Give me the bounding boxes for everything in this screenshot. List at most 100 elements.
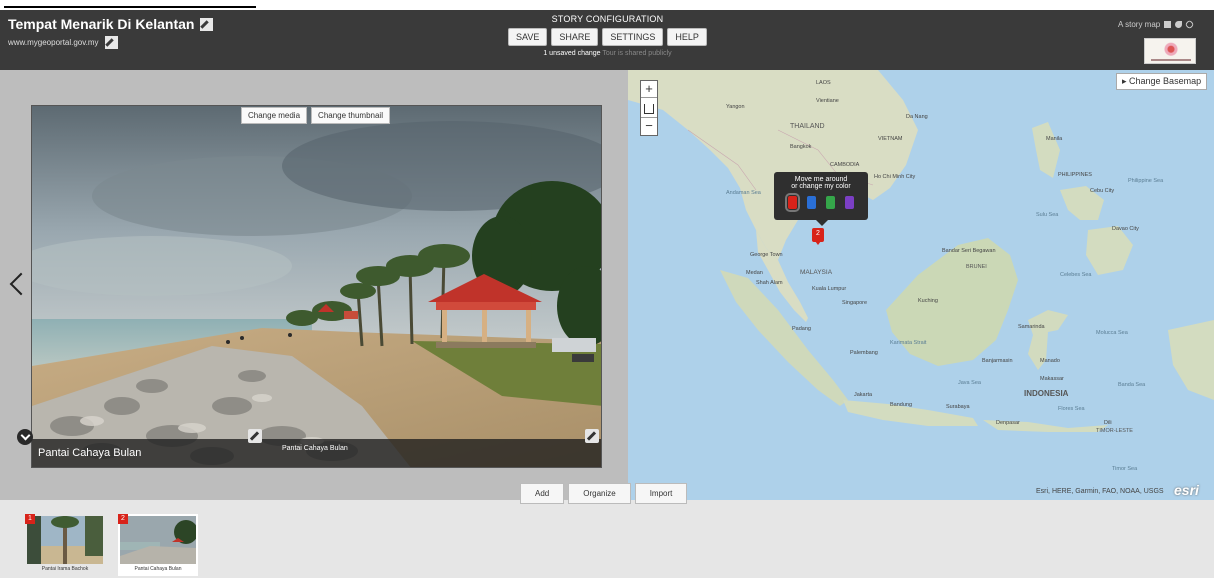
caption-title: Pantai Cahaya Bulan bbox=[38, 447, 142, 459]
map-label-karimata: Karimata Strait bbox=[890, 340, 927, 346]
map-label-kuching: Kuching bbox=[918, 298, 938, 304]
map-label-davao: Davao City bbox=[1112, 226, 1139, 232]
add-button[interactable]: Add bbox=[520, 483, 565, 504]
pin-tooltip: Move me around or change my color bbox=[774, 172, 868, 226]
map-label-ho-chi-minh: Ho Chi Minh City bbox=[874, 174, 916, 180]
story-map-builder: Tempat Menarik Di Kelantan www.mygeoport… bbox=[0, 0, 1214, 578]
map-label-andaman: Andaman Sea bbox=[726, 190, 762, 196]
map-label-sulu: Sulu Sea bbox=[1036, 212, 1059, 218]
map-label-jakarta: Jakarta bbox=[854, 392, 873, 398]
config-label: STORY CONFIGURATION bbox=[551, 14, 664, 24]
map-label-george-town: George Town bbox=[750, 252, 783, 258]
unsaved-changes[interactable]: 1 unsaved change bbox=[543, 50, 600, 57]
map-label-philippine-sea: Philippine Sea bbox=[1128, 178, 1164, 184]
map-label-dili: Dili bbox=[1104, 420, 1112, 426]
config-buttons: SAVE SHARE SETTINGS HELP bbox=[500, 28, 715, 46]
facebook-icon[interactable] bbox=[1164, 21, 1172, 28]
color-blue-option[interactable] bbox=[807, 196, 816, 209]
map-label-thailand: THAILAND bbox=[790, 123, 825, 130]
story-logo[interactable] bbox=[1144, 38, 1196, 64]
map-label-malaysia: MALAYSIA bbox=[800, 269, 833, 276]
zoom-out-icon[interactable]: − bbox=[641, 118, 657, 135]
caption-text: Pantai Cahaya Bulan bbox=[282, 445, 348, 452]
basemap: LAOS Vientiane Da Nang Yangon THAILAND V… bbox=[628, 70, 1214, 472]
logo-emblem bbox=[1161, 42, 1181, 58]
color-picker bbox=[774, 193, 868, 212]
organize-button[interactable]: Organize bbox=[568, 483, 631, 504]
subtitle-area: www.mygeoportal.gov.my bbox=[8, 36, 118, 49]
map-label-shah-alam: Shah Alam bbox=[756, 280, 783, 286]
share-button[interactable]: SHARE bbox=[551, 28, 599, 46]
story-subtitle: www.mygeoportal.gov.my bbox=[8, 38, 99, 47]
link-icon[interactable] bbox=[1184, 19, 1195, 30]
map-label-laos: LAOS bbox=[816, 80, 831, 86]
thumb-2-image bbox=[120, 516, 196, 564]
storymap-label[interactable]: A story map bbox=[1118, 20, 1160, 29]
thumbnail-1[interactable]: 1 Pantai Irama Bachok bbox=[25, 514, 105, 576]
map-pin[interactable]: 2 bbox=[812, 228, 824, 245]
esri-logo: esri bbox=[1174, 482, 1199, 498]
map-panel[interactable]: LAOS Vientiane Da Nang Yangon THAILAND V… bbox=[628, 70, 1214, 500]
thumbnail-image bbox=[27, 516, 103, 564]
thumbnail-number: 1 bbox=[25, 514, 35, 524]
change-media-button[interactable]: Change media bbox=[241, 107, 308, 124]
twitter-icon[interactable] bbox=[1175, 21, 1183, 28]
map-label-flores: Flores Sea bbox=[1058, 406, 1086, 412]
map-label-bandar: Bandar Seri Begawan bbox=[942, 248, 996, 254]
map-label-molucca: Molucca Sea bbox=[1096, 330, 1129, 336]
map-label-manado: Manado bbox=[1040, 358, 1060, 364]
color-green-option[interactable] bbox=[826, 196, 835, 209]
map-label-java-sea: Java Sea bbox=[958, 380, 982, 386]
import-button[interactable]: Import bbox=[634, 483, 688, 504]
map-label-indonesia: INDONESIA bbox=[1024, 389, 1069, 398]
edit-text-icon[interactable] bbox=[585, 429, 599, 443]
home-icon[interactable] bbox=[641, 101, 657, 118]
map-label-celebes: Celebes Sea bbox=[1060, 272, 1092, 278]
change-thumbnail-button[interactable]: Change thumbnail bbox=[311, 107, 390, 124]
map-label-vientiane: Vientiane bbox=[816, 98, 839, 104]
thumbnail-2[interactable]: 2 Pantai Cahaya Bulan bbox=[118, 514, 198, 576]
thumbnail-label: Pantai Irama Bachok bbox=[41, 566, 89, 572]
previous-arrow-icon[interactable] bbox=[8, 270, 24, 300]
thumb-1-image bbox=[27, 516, 103, 564]
map-label-bangkok: Bangkok bbox=[790, 144, 812, 150]
map-label-padang: Padang bbox=[792, 326, 811, 332]
map-label-medan: Medan bbox=[746, 270, 763, 276]
save-status: 1 unsaved change Tour is shared publicly bbox=[500, 50, 715, 57]
map-label-timor-sea: Timor Sea bbox=[1112, 466, 1138, 472]
settings-button[interactable]: SETTINGS bbox=[602, 28, 664, 46]
map-label-da-nang: Da Nang bbox=[906, 114, 928, 120]
top-strip bbox=[0, 0, 1214, 10]
map-label-cambodia: CAMBODIA bbox=[830, 162, 860, 168]
map-label-samarinda: Samarinda bbox=[1018, 324, 1046, 330]
save-button[interactable]: SAVE bbox=[508, 28, 548, 46]
thumbnail-strip: Add Organize Import 1 Pantai Irama Bacho… bbox=[0, 483, 1214, 578]
collapse-chevron-icon[interactable] bbox=[17, 429, 33, 445]
help-button[interactable]: HELP bbox=[667, 28, 707, 46]
app-header: Tempat Menarik Di Kelantan www.mygeoport… bbox=[0, 10, 1214, 70]
map-label-surabaya: Surabaya bbox=[946, 404, 970, 410]
map-label-kuala-lumpur: Kuala Lumpur bbox=[812, 286, 846, 292]
map-label-singapore: Singapore bbox=[842, 300, 867, 306]
zoom-in-icon[interactable]: + bbox=[641, 81, 657, 98]
color-red-option[interactable] bbox=[785, 193, 800, 212]
title-area: Tempat Menarik Di Kelantan bbox=[8, 16, 214, 32]
beach-photo bbox=[32, 106, 601, 467]
thumbnail-number: 2 bbox=[118, 514, 128, 524]
top-underline bbox=[4, 4, 256, 8]
edit-subtitle-icon[interactable] bbox=[104, 36, 118, 49]
edit-title-icon[interactable] bbox=[200, 17, 214, 31]
map-label-banjarmasin: Banjarmasin bbox=[982, 358, 1013, 364]
edit-caption-icon[interactable] bbox=[248, 429, 262, 443]
change-basemap-button[interactable]: ▸ Change Basemap bbox=[1116, 73, 1208, 90]
shared-status: Tour is shared publicly bbox=[602, 50, 672, 57]
storymap-links: A story map bbox=[1118, 19, 1195, 30]
media-panel: Change media Change thumbnail Pantai Cah… bbox=[0, 70, 628, 500]
map-label-manila: Manila bbox=[1046, 136, 1063, 142]
map-label-vietnam: VIETNAM bbox=[878, 136, 903, 142]
map-label-timor-leste: TIMOR-LESTE bbox=[1096, 428, 1133, 434]
map-label-brunei: BRUNEI bbox=[966, 264, 987, 270]
color-purple-option[interactable] bbox=[845, 196, 854, 209]
thumbnail-label: Pantai Cahaya Bulan bbox=[134, 566, 182, 572]
media-buttons: Change media Change thumbnail bbox=[241, 107, 390, 124]
